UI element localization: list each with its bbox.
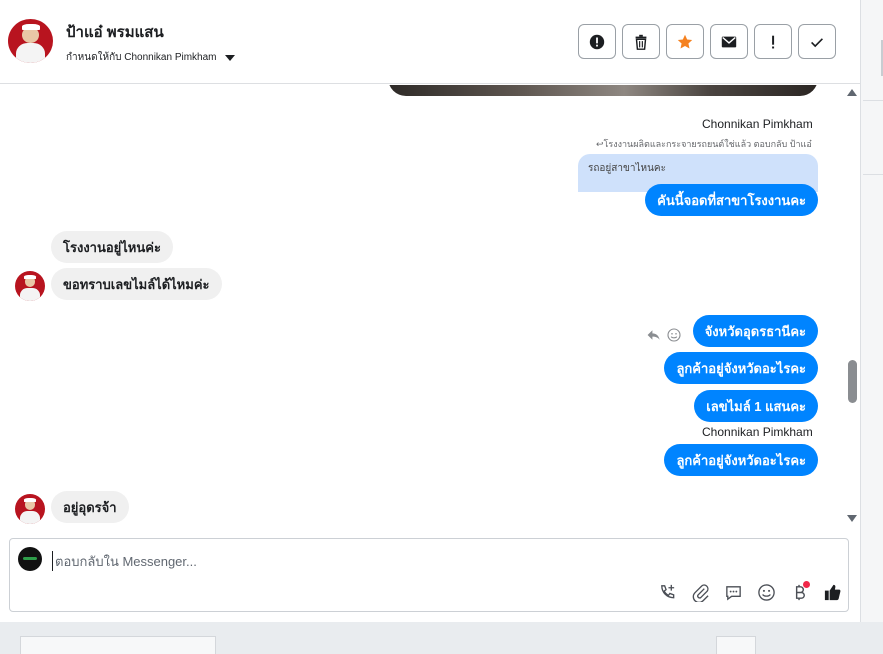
incoming-message[interactable]: อยู่อุดรจ้า (51, 491, 129, 523)
outgoing-message[interactable]: ลูกค้าอยู่จังหวัดอะไรคะ (664, 444, 818, 476)
call-button[interactable] (656, 581, 679, 604)
window-bottom-edge (0, 622, 883, 654)
attach-button[interactable] (689, 581, 712, 604)
thumbs-up-icon (824, 584, 841, 601)
alert-circle-icon (589, 34, 605, 49)
payment-button[interactable] (788, 581, 811, 604)
reply-input[interactable] (52, 551, 652, 571)
contact-name[interactable]: ป้าแอ๋ พรมแสน (66, 20, 164, 44)
envelope-icon (721, 36, 737, 47)
notification-dot (803, 581, 810, 588)
header-actions (578, 24, 836, 59)
star-icon (677, 34, 693, 48)
contact-avatar[interactable] (15, 494, 45, 524)
contact-avatar[interactable] (8, 19, 53, 63)
image-attachment[interactable] (388, 85, 818, 96)
sender-name: Chonnikan Pimkham (702, 117, 813, 131)
message-thread: Chonnikan Pimkham ↩โรงงานผลิตและกระจายรถ… (0, 85, 860, 525)
sender-name: Chonnikan Pimkham (702, 425, 813, 439)
assignee-label: กำหนดให้กับ Chonnikan Pimkham (66, 52, 217, 63)
outgoing-message[interactable]: จังหวัดอุดรธานีคะ (692, 315, 818, 347)
report-button[interactable] (578, 24, 616, 59)
exclamation-icon (772, 35, 775, 48)
scroll-up-arrow[interactable] (847, 89, 857, 96)
message-composer (9, 538, 849, 612)
composer-tools (656, 581, 844, 604)
contact-avatar[interactable] (15, 271, 45, 301)
conversation-panel: ป้าแอ๋ พรมแสน กำหนดให้กับ Chonnikan Pimk… (0, 0, 860, 622)
saved-reply-icon (726, 586, 741, 601)
message-actions (646, 327, 682, 343)
call-plus-icon (661, 584, 675, 599)
emoji-icon (758, 584, 775, 601)
outgoing-message[interactable]: ลูกค้าอยู่จังหวัดอะไรคะ (664, 352, 818, 384)
reply-note: ↩โรงงานผลิตและกระจายรถยนต์ใช่แล้ว ตอบกลั… (596, 139, 812, 149)
spam-button[interactable] (754, 24, 792, 59)
incoming-message[interactable]: โรงงานอยู่ไหนค่ะ (51, 231, 173, 263)
page-avatar (18, 547, 42, 571)
saved-reply-button[interactable] (722, 581, 745, 604)
caret-down-icon (224, 54, 235, 61)
delete-button[interactable] (622, 24, 660, 59)
right-sidebar-edge (860, 0, 883, 640)
mark-unread-button[interactable] (710, 24, 748, 59)
outgoing-message[interactable]: เลขไมล์ 1 แสนคะ (694, 390, 818, 422)
paperclip-icon (692, 584, 709, 602)
done-button[interactable] (798, 24, 836, 59)
scrollbar-thumb[interactable] (848, 360, 857, 403)
like-button[interactable] (821, 581, 844, 604)
emoji-react-icon[interactable] (666, 327, 682, 343)
outgoing-message[interactable]: คันนี้จอดที่สาขาโรงงานคะ (645, 184, 818, 216)
scroll-down-arrow[interactable] (847, 515, 857, 522)
assignee-dropdown[interactable]: กำหนดให้กับ Chonnikan Pimkham (66, 50, 235, 65)
reply-icon[interactable] (646, 327, 662, 343)
conversation-header: ป้าแอ๋ พรมแสน กำหนดให้กับ Chonnikan Pimk… (0, 0, 860, 84)
star-button[interactable] (666, 24, 704, 59)
trash-icon (635, 34, 647, 50)
emoji-button[interactable] (755, 581, 778, 604)
check-icon (811, 37, 823, 47)
incoming-message[interactable]: ขอทราบเลขไมล์ได้ไหมค่ะ (51, 268, 222, 300)
